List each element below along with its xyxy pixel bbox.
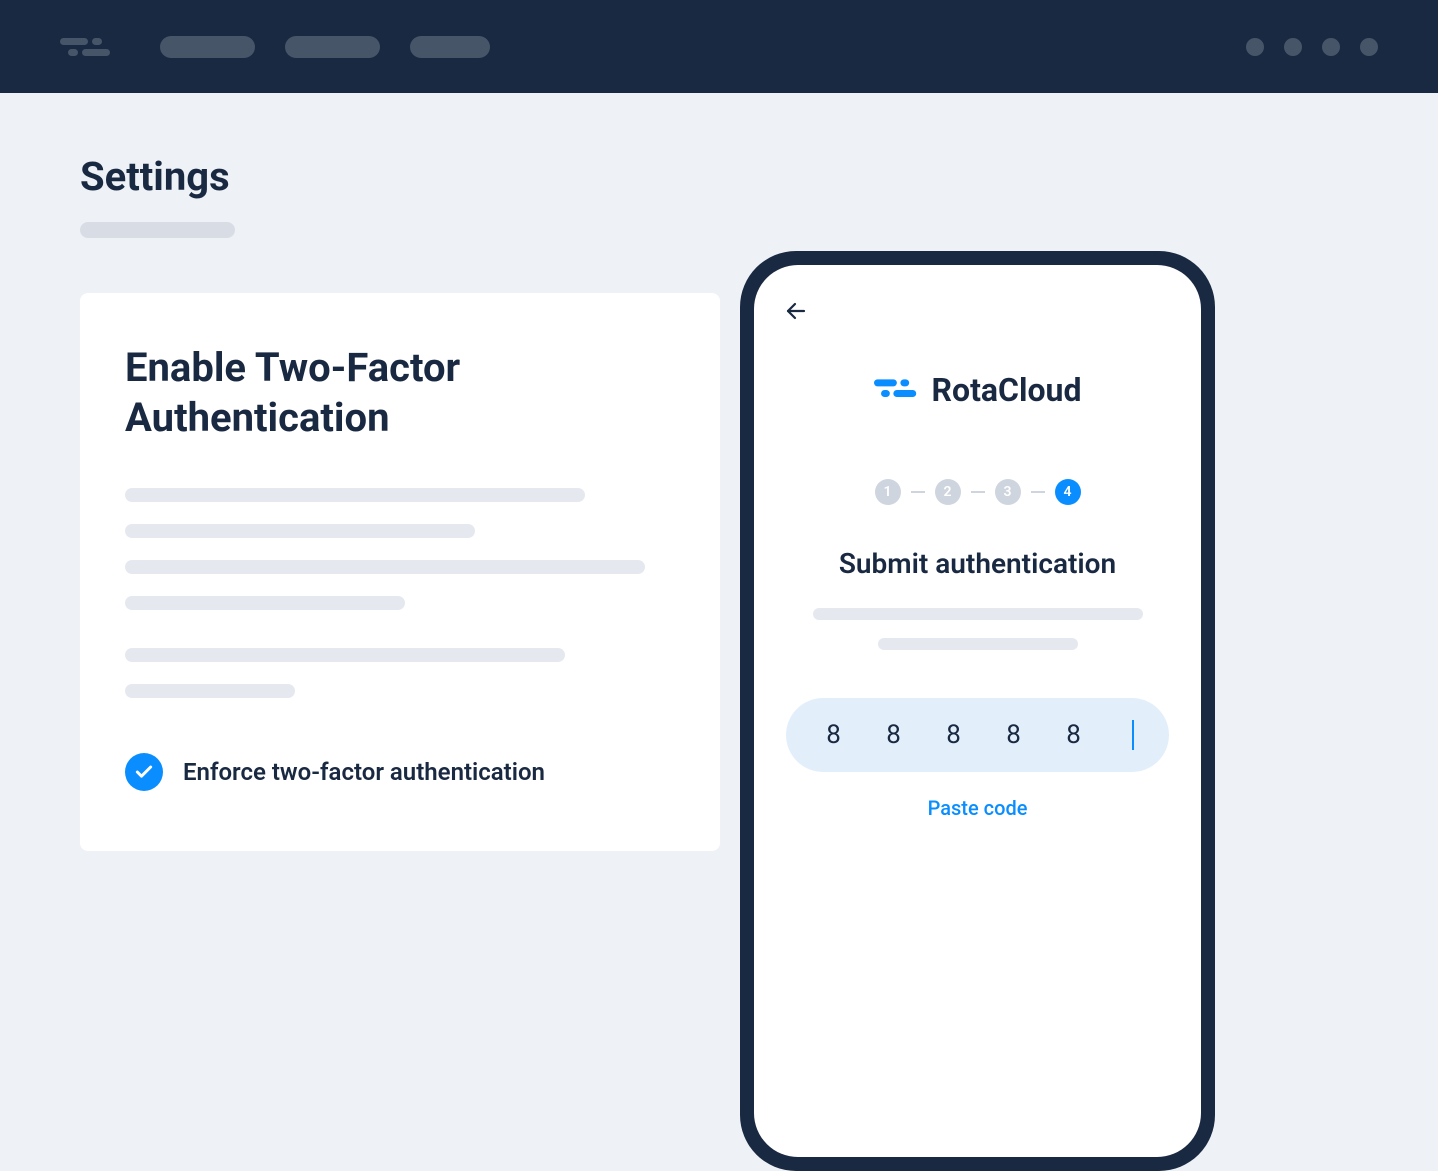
auth-code-input[interactable]: 8 8 8 8 8: [786, 698, 1169, 772]
brand-logo-icon[interactable]: [60, 32, 110, 62]
card-body-placeholder-2: [125, 648, 675, 698]
navbar-icon-placeholder[interactable]: [1360, 38, 1378, 56]
code-digit-5: 8: [1062, 720, 1086, 750]
navbar-left: [60, 32, 490, 62]
code-digit-1: 8: [822, 720, 846, 750]
navbar-icon-placeholder[interactable]: [1322, 38, 1340, 56]
nav-item-placeholder[interactable]: [160, 36, 255, 58]
phone-brand: RotaCloud: [778, 371, 1177, 409]
check-icon: [125, 753, 163, 791]
page-content: Settings Enable Two-Factor Authenticatio…: [0, 93, 1438, 911]
back-button[interactable]: [784, 299, 808, 323]
step-1: 1: [875, 479, 901, 505]
nav-item-placeholder[interactable]: [410, 36, 490, 58]
brand-logo-icon: [874, 375, 918, 405]
phone-mock: RotaCloud 1 2 3 4 Submit authentication …: [740, 251, 1215, 1171]
navbar-icon-placeholder[interactable]: [1284, 38, 1302, 56]
paste-code-link[interactable]: Paste code: [778, 796, 1177, 820]
step-3: 3: [995, 479, 1021, 505]
code-digit-3: 8: [942, 720, 966, 750]
step-2: 2: [935, 479, 961, 505]
navbar-right-icons: [1246, 38, 1378, 56]
brand-name: RotaCloud: [932, 371, 1082, 409]
phone-body-placeholder: [778, 608, 1177, 650]
card-body-placeholder-1: [125, 488, 675, 610]
step-4: 4: [1055, 479, 1081, 505]
navbar-icon-placeholder[interactable]: [1246, 38, 1264, 56]
phone-screen: RotaCloud 1 2 3 4 Submit authentication …: [754, 265, 1201, 1157]
subtitle-placeholder: [80, 222, 235, 238]
step-separator: [911, 491, 925, 493]
page-title: Settings: [80, 153, 1358, 200]
code-digit-4: 8: [1002, 720, 1026, 750]
step-separator: [1031, 491, 1045, 493]
card-title: Enable Two-Factor Authentication: [125, 343, 675, 443]
nav-links-placeholder: [160, 36, 490, 58]
step-indicator: 1 2 3 4: [778, 479, 1177, 505]
code-cursor: [1132, 720, 1134, 750]
nav-item-placeholder[interactable]: [285, 36, 380, 58]
phone-heading: Submit authentication: [778, 547, 1177, 580]
step-separator: [971, 491, 985, 493]
enforce-2fa-label: Enforce two-factor authentication: [183, 758, 545, 786]
code-digit-2: 8: [882, 720, 906, 750]
settings-card: Enable Two-Factor Authentication Enforce…: [80, 293, 720, 851]
top-navbar: [0, 0, 1438, 93]
enforce-2fa-toggle[interactable]: Enforce two-factor authentication: [125, 753, 675, 791]
